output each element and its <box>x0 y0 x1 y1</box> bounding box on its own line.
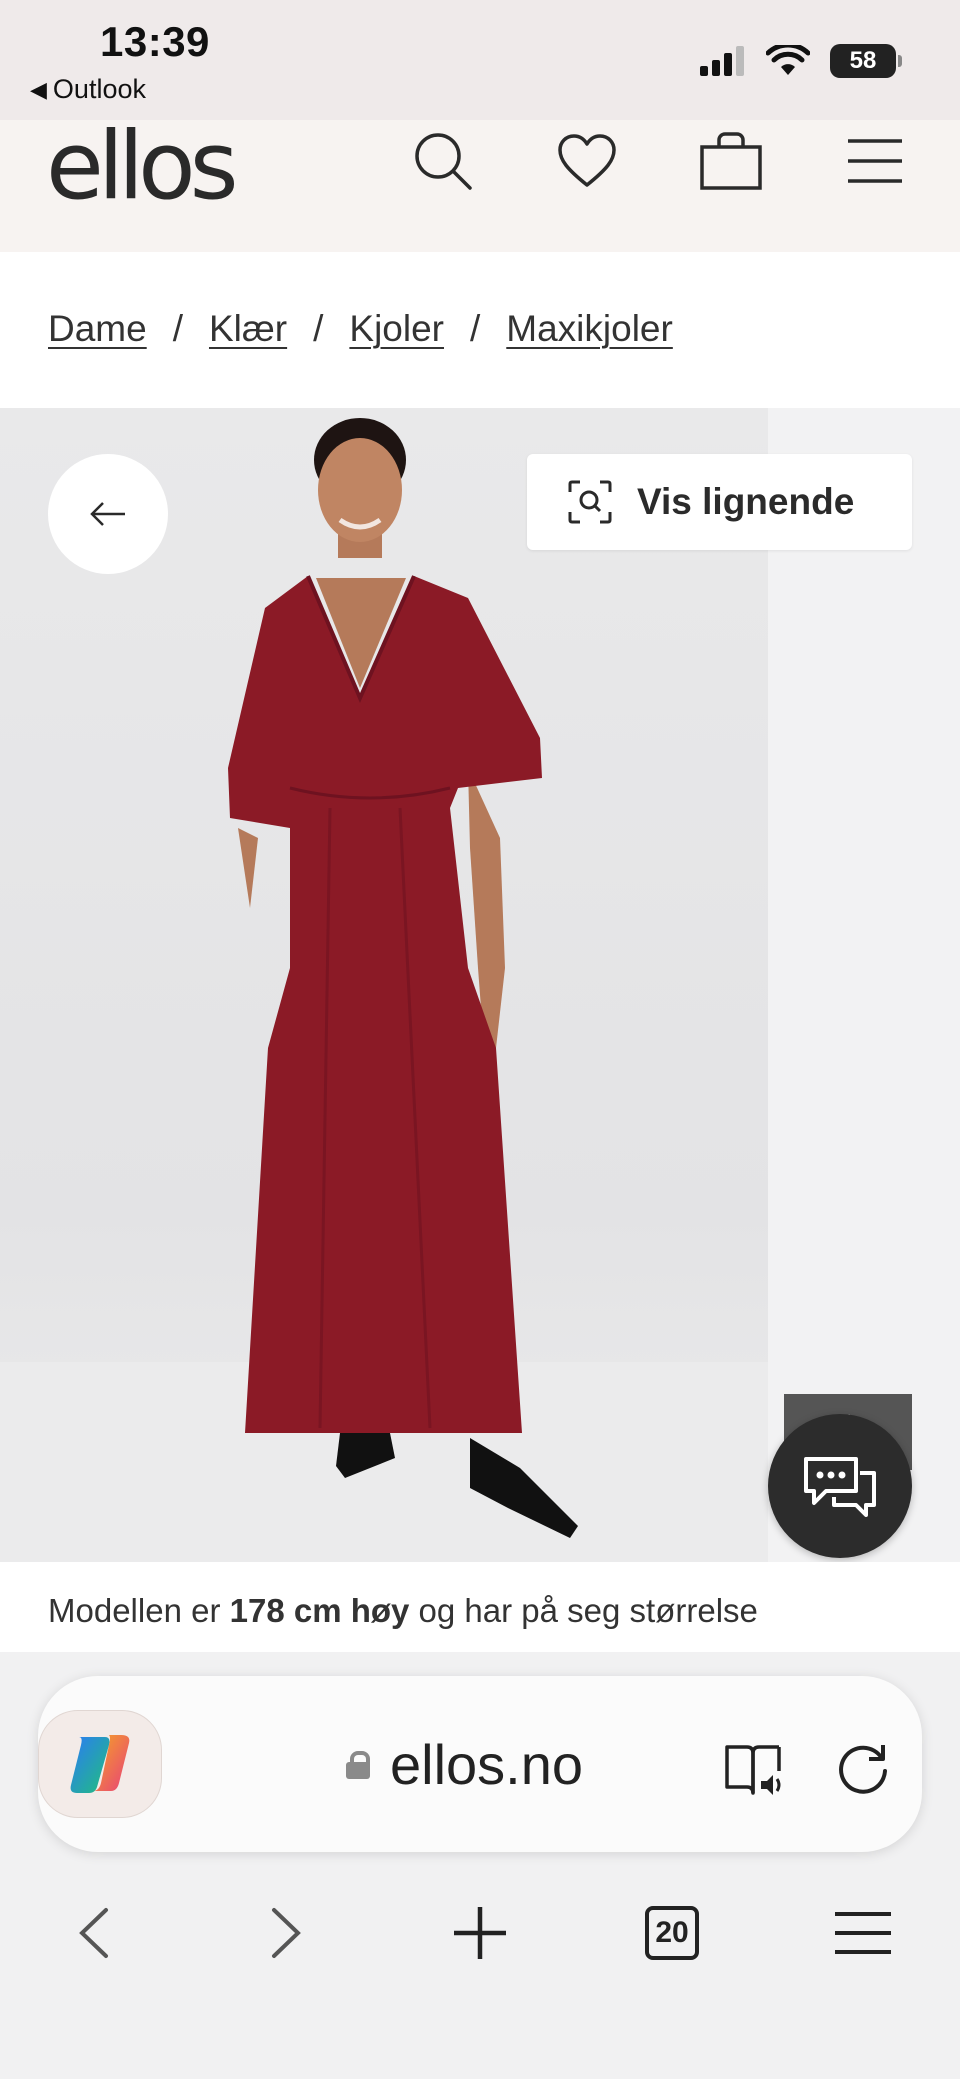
model-height: 178 cm høy <box>229 1592 410 1629</box>
show-similar-label: Vis lignende <box>637 481 855 522</box>
menu-icon[interactable] <box>840 126 910 196</box>
shopping-bag-icon[interactable] <box>696 126 766 196</box>
status-bar: 13:39 ◀ Outlook 58 <box>0 0 960 120</box>
model-info: Modellen er 178 cm høy og har på seg stø… <box>0 1562 960 1652</box>
breadcrumb: Dame / Klær / Kjoler / Maxikjoler <box>48 308 673 350</box>
breadcrumb-separator: / <box>470 308 481 349</box>
status-time: 13:39 <box>100 18 210 65</box>
tabs-button[interactable]: 20 <box>627 1888 717 1978</box>
show-similar-button[interactable]: Vis lignende <box>527 454 912 550</box>
product-gallery[interactable]: Vis lignende ʌ <box>0 408 960 1562</box>
model-in-red-dress-illustration <box>228 418 578 1538</box>
chat-button[interactable] <box>768 1414 912 1558</box>
breadcrumb-maxikjoler[interactable]: Maxikjoler <box>506 308 673 350</box>
browser-back-icon[interactable] <box>48 1888 138 1978</box>
ellos-logo[interactable]: ellos <box>46 112 239 221</box>
breadcrumb-bar: Dame / Klær / Kjoler / Maxikjoler <box>0 252 960 408</box>
browser-menu-icon[interactable] <box>818 1888 908 1978</box>
signal-icon <box>700 46 744 76</box>
browser-forward-icon[interactable] <box>242 1888 332 1978</box>
breadcrumb-kjoler[interactable]: Kjoler <box>349 308 444 350</box>
back-triangle-icon: ◀ <box>30 76 47 102</box>
browser-nav-row: 20 <box>0 1888 960 1988</box>
arrow-left-icon <box>90 502 125 526</box>
model-info-suffix: og har på seg størrelse <box>418 1592 758 1629</box>
browser-toolbar: ellos.no 20 <box>0 1652 960 2079</box>
site-header: ellos <box>0 112 960 252</box>
search-icon[interactable] <box>408 126 478 196</box>
model-info-text: Modellen er 178 cm høy og har på seg stø… <box>48 1592 758 1630</box>
breadcrumb-separator: / <box>313 308 324 349</box>
breadcrumb-separator: / <box>172 308 183 349</box>
url-display[interactable]: ellos.no <box>346 1732 583 1797</box>
wifi-icon <box>766 45 810 75</box>
heart-icon[interactable] <box>552 126 622 196</box>
lock-icon <box>346 1750 370 1779</box>
url-text: ellos.no <box>390 1733 584 1796</box>
new-tab-icon[interactable] <box>435 1888 525 1978</box>
address-bar[interactable]: ellos.no <box>38 1676 922 1852</box>
breadcrumb-dame[interactable]: Dame <box>48 308 147 350</box>
back-app-label: Outlook <box>52 74 146 104</box>
reader-mode-icon[interactable] <box>720 1734 790 1804</box>
back-to-app-link[interactable]: ◀ Outlook <box>30 74 146 105</box>
visual-search-icon <box>568 480 612 524</box>
breadcrumb-klaer[interactable]: Klær <box>209 308 287 350</box>
product-photo[interactable] <box>0 408 768 1562</box>
tabs-count: 20 <box>645 1906 699 1960</box>
reload-icon[interactable] <box>828 1734 898 1804</box>
model-info-prefix: Modellen er <box>48 1592 221 1629</box>
battery-icon: 58 <box>830 44 902 78</box>
chat-bubbles-icon <box>804 1457 876 1517</box>
status-indicators: 58 <box>700 44 902 78</box>
gallery-back-button[interactable] <box>48 454 168 574</box>
copilot-icon[interactable] <box>38 1710 162 1818</box>
